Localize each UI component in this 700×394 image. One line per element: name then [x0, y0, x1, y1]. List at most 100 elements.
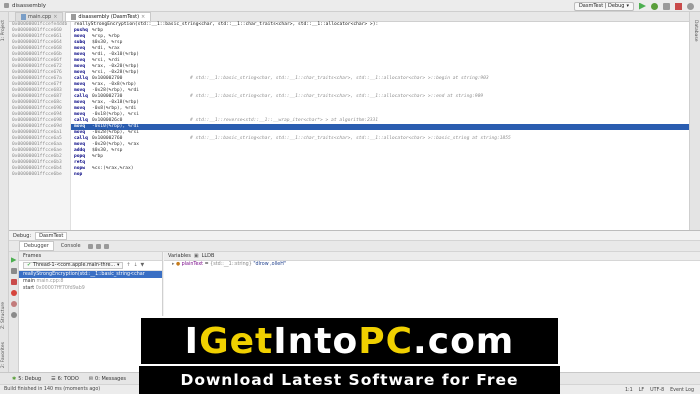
expand-icon[interactable]: ▸	[172, 262, 174, 267]
frame-name: reallyStrongEncryption(std::__1::basic_s…	[23, 272, 145, 277]
tool-label: 0: Messages	[95, 375, 127, 382]
terminal-icon: ▣	[193, 253, 199, 259]
stop-icon[interactable]	[10, 279, 17, 285]
tool-label: 5: Debug	[18, 375, 42, 382]
line-separator[interactable]: LF	[639, 388, 644, 393]
frames-title: Frames	[19, 252, 162, 261]
left-tool-stripe: 1: Project Z: Structure 2: Favorites	[0, 12, 9, 382]
debug-config-tab[interactable]: DasmTest	[35, 231, 68, 240]
frame-location: main.cpp:8	[36, 279, 64, 284]
variable-name: plainText	[181, 262, 204, 267]
bug-icon: ✱	[12, 375, 17, 382]
frame-item[interactable]: main main.cpp:8	[19, 278, 162, 285]
step-over-icon[interactable]	[87, 243, 93, 249]
tab-label: disassembly (DasmTest)	[78, 14, 140, 20]
tool-messages[interactable]: ✉ 0: Messages	[89, 376, 126, 382]
frames-title-label: Frames	[23, 253, 42, 259]
list-icon: ☰	[51, 375, 56, 382]
mute-breakpoints-icon[interactable]	[10, 301, 17, 307]
variables-title: Variables ▣ LLDB	[164, 252, 700, 261]
variables-title-label: Variables	[168, 253, 191, 259]
disassembly-file-icon	[71, 14, 77, 20]
chevron-down-icon: ▾	[116, 263, 120, 268]
brand-segment: Get	[199, 320, 274, 362]
comment: # std::__1::basic_string<char, std::__1:…	[190, 76, 489, 81]
settings-icon[interactable]	[10, 312, 17, 318]
brand-segment: .com	[413, 320, 515, 362]
file-encoding[interactable]: UTF-8	[650, 388, 664, 393]
debug-header: Debug: DasmTest	[9, 231, 700, 241]
folder-icon	[4, 3, 9, 8]
tab-main-cpp[interactable]: main.cpp ×	[15, 12, 64, 21]
variable-row[interactable]: ▸ ● plainText = {std::__1::string} "dlro…	[164, 261, 700, 269]
variable-icon: ●	[175, 262, 181, 267]
event-log-button[interactable]: Event Log	[670, 388, 694, 393]
code-area[interactable]: reallyStrongEncryption(std::__1::basic_s…	[71, 22, 689, 178]
window-title: disassembly	[12, 2, 47, 9]
frame-name: main	[23, 279, 35, 284]
pause-icon[interactable]	[10, 268, 17, 274]
tool-label: 6: TODO	[57, 375, 79, 382]
favorites-panel-tab[interactable]: 2: Favorites	[1, 342, 6, 368]
tab-lldb[interactable]: LLDB	[202, 253, 215, 259]
view-breakpoints-icon[interactable]	[10, 290, 17, 296]
tab-debugger[interactable]: Debugger	[19, 241, 54, 251]
variable-type: {std::__1::string}	[210, 262, 252, 267]
chevron-down-icon: ▾	[626, 3, 629, 9]
run-icon[interactable]	[639, 2, 646, 10]
frame-name: start	[23, 286, 35, 291]
arrow-down-icon[interactable]: ↓	[133, 263, 137, 268]
tab-console[interactable]: Console	[57, 242, 85, 250]
stop-icon[interactable]	[675, 2, 682, 10]
thread-label: Thread-1-<com.apple.main-thre...	[33, 263, 115, 268]
database-panel-tab[interactable]: Database	[693, 20, 698, 41]
watermark-tagline: Download Latest Software for Free	[139, 366, 560, 394]
run-config-label: DasmTest | Debug	[578, 3, 625, 9]
thread-row: ✔ Thread-1-<com.apple.main-thre... ▾ ↑ ↓…	[19, 261, 162, 271]
close-icon[interactable]: ×	[53, 14, 57, 20]
watermark-tagline-text: Download Latest Software for Free	[180, 371, 519, 389]
debug-tabs: Debugger Console	[9, 241, 700, 252]
run-config-select[interactable]: DasmTest | Debug ▾	[573, 1, 634, 11]
title-bar: disassembly DasmTest | Debug ▾	[0, 0, 700, 12]
tab-label: main.cpp	[28, 14, 52, 20]
structure-panel-tab[interactable]: Z: Structure	[1, 302, 6, 329]
instruction-line[interactable]: nop	[71, 172, 689, 178]
address-label: 0x00000001ffcce6be	[12, 172, 62, 177]
search-icon[interactable]	[687, 2, 694, 10]
cpp-file-icon	[21, 14, 26, 20]
resume-icon[interactable]	[10, 257, 17, 263]
tool-todo[interactable]: ☰ 6: TODO	[51, 376, 79, 382]
step-out-icon[interactable]	[103, 243, 109, 249]
coverage-icon[interactable]	[663, 2, 670, 10]
arrow-up-icon[interactable]: ↑	[126, 263, 130, 268]
frame-location: 0x00007fff70fd9ab9	[35, 286, 85, 291]
close-icon[interactable]: ×	[141, 14, 145, 20]
toolbar: DasmTest | Debug ▾	[573, 1, 694, 11]
frame-item[interactable]: reallyStrongEncryption(std::__1::basic_s…	[19, 271, 162, 278]
comment: # std::__1::basic_string<char, std::__1:…	[190, 94, 484, 99]
debug-label: Debug:	[13, 232, 32, 239]
comment: # std::__1::reverse<std::__1::__wrap_ite…	[190, 118, 379, 123]
debug-icon[interactable]	[651, 2, 658, 10]
tool-debug[interactable]: ✱ 5: Debug	[12, 376, 41, 382]
disassembly-editor[interactable]: 0x00000001fccefe4ddb 0x00000001ffcce660 0x…	[9, 22, 689, 230]
right-tool-stripe: Database	[689, 12, 700, 232]
debug-side-toolbar	[9, 252, 19, 372]
comment: # std::__1::basic_string<char, std::__1:…	[190, 136, 511, 141]
frame-item[interactable]: start 0x00007fff70fd9ab9	[19, 285, 162, 292]
status-message: Build finished in 140 ms (moments ago)	[4, 387, 101, 392]
check-icon: ✔	[27, 263, 32, 268]
watermark-logo: IGetIntoPC.com	[139, 316, 560, 366]
caret-position[interactable]: 1:1	[625, 388, 633, 393]
address-gutter: 0x00000001fccefe4ddb 0x00000001ffcce660 0x…	[9, 22, 71, 230]
tab-disassembly[interactable]: disassembly (DasmTest) ×	[65, 12, 152, 21]
filter-icon[interactable]: ▼	[140, 263, 144, 268]
thread-select[interactable]: ✔ Thread-1-<com.apple.main-thre... ▾	[23, 262, 124, 269]
message-icon: ✉	[88, 375, 94, 382]
brand-segment: Into	[273, 320, 359, 362]
brand-segment: I	[184, 320, 200, 362]
step-into-icon[interactable]	[95, 243, 101, 249]
editor-tab-bar: main.cpp × disassembly (DasmTest) ×	[9, 12, 689, 22]
project-panel-tab[interactable]: 1: Project	[1, 20, 6, 41]
